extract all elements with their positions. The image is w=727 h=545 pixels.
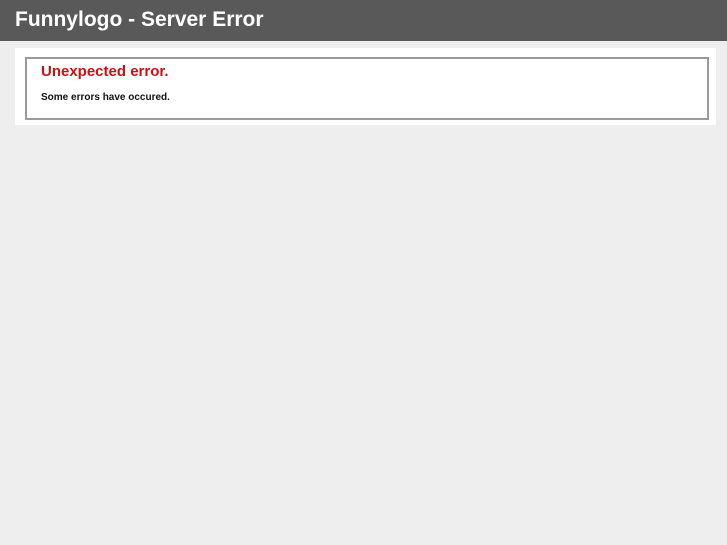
page-header: Funnylogo - Server Error [0,0,727,41]
error-box: Unexpected error. Some errors have occur… [25,57,709,120]
page-title: Funnylogo - Server Error [15,8,264,31]
content-panel: Unexpected error. Some errors have occur… [15,48,716,125]
error-title: Unexpected error. [41,63,169,80]
error-message: Some errors have occured. [41,92,170,103]
